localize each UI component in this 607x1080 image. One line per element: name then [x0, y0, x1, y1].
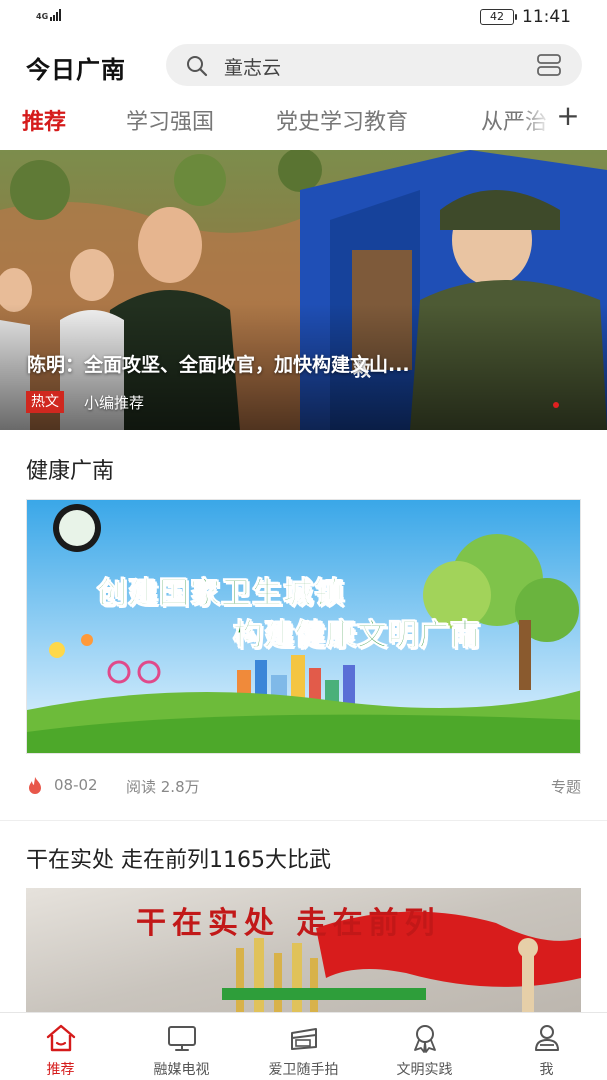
- nav-me[interactable]: 我: [486, 1013, 607, 1080]
- read-count: 阅读 2.8万: [126, 778, 200, 796]
- search-bar[interactable]: 童志云: [166, 44, 582, 86]
- article-meta: 08-02 阅读 2.8万 专题: [26, 774, 581, 798]
- competition-image[interactable]: 干在实处 走在前列: [26, 888, 581, 1018]
- nav-snapshot[interactable]: 爱卫随手拍: [243, 1013, 364, 1080]
- scan-icon[interactable]: [536, 53, 562, 77]
- section-title-health[interactable]: 健康广南: [26, 453, 114, 485]
- nav-label-civilization: 文明实践: [396, 1062, 453, 1078]
- nav-media-tv[interactable]: 融媒电视: [121, 1013, 242, 1080]
- competition-slogan: 干在实处 走在前列: [136, 906, 441, 941]
- tab-party-history[interactable]: 党史学习教育: [276, 104, 408, 136]
- signal-indicator: 4G: [36, 9, 62, 21]
- clock: 11:41: [522, 7, 571, 27]
- tv-icon: [168, 1026, 196, 1051]
- promo-headline-1: 创建国家卫生城镇: [97, 576, 345, 612]
- add-channel-icon[interactable]: +: [553, 102, 583, 132]
- promo-headline-2: 构建健康文明广南: [233, 618, 481, 654]
- health-promo-image[interactable]: 创建国家卫生城镇 构建健康文明广南: [26, 499, 581, 754]
- nav-label-recommend: 推荐: [46, 1062, 75, 1078]
- search-placeholder: 童志云: [224, 57, 282, 79]
- app-header: 今日广南 童志云: [0, 40, 607, 92]
- bottom-nav: 推荐 融媒电视 爱卫随手拍 文明实践 我: [0, 1012, 607, 1080]
- network-type: 4G: [36, 12, 49, 21]
- content-type-label: 专题: [550, 778, 581, 796]
- nav-label-snapshot: 爱卫随手拍: [268, 1062, 339, 1078]
- article-date: 08-02: [54, 776, 98, 794]
- camera-icon: [291, 1028, 317, 1050]
- fire-icon: [29, 777, 41, 794]
- section-title-competition[interactable]: 干在实处 走在前列1165大比武: [26, 842, 331, 874]
- user-icon: [535, 1025, 559, 1051]
- search-icon: [187, 56, 208, 77]
- banner-photo: [0, 150, 607, 430]
- channel-tabs: 推荐 学习强国 党史学习教育 从严治 +: [0, 96, 607, 144]
- home-icon: [46, 1024, 76, 1052]
- hero-banner[interactable]: 救: [0, 150, 607, 430]
- tab-recommend[interactable]: 推荐: [22, 104, 66, 136]
- award-icon: [414, 1025, 436, 1053]
- carousel-indicator: [553, 402, 559, 408]
- nav-civilization[interactable]: 文明实践: [364, 1013, 485, 1080]
- banner-subtitle: 小编推荐: [84, 394, 145, 412]
- app-title: 今日广南: [26, 56, 126, 84]
- hot-tag-badge: 热文: [26, 391, 64, 413]
- nav-label-me: 我: [539, 1062, 554, 1078]
- tab-xuexi-qiangguo[interactable]: 学习强国: [126, 104, 214, 136]
- battery-icon: 42: [480, 9, 517, 25]
- status-bar: 4G 42 11:41: [0, 0, 607, 36]
- banner-headline[interactable]: 陈明：全面攻坚、全面收官，加快构建文山...: [27, 350, 410, 377]
- signal-icon: [50, 9, 62, 21]
- nav-label-media-tv: 融媒电视: [153, 1062, 210, 1078]
- nav-recommend[interactable]: 推荐: [0, 1013, 121, 1080]
